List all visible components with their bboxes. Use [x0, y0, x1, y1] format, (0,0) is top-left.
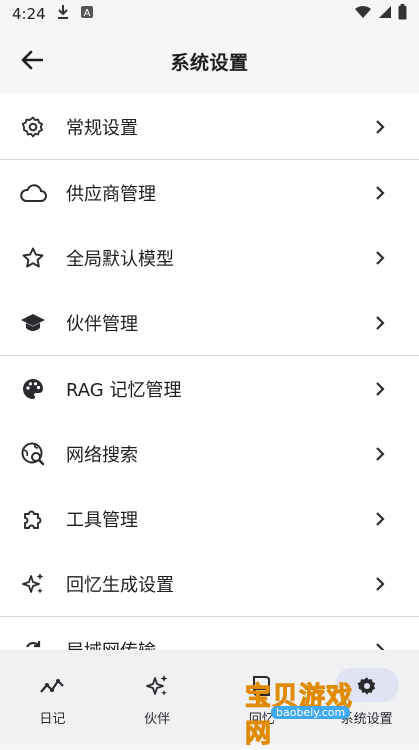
settings-item-label: 网络搜索: [66, 444, 138, 466]
chevron-right-icon: [373, 185, 387, 200]
settings-list: 常规设置 供应商管理 全局默认模型 伙伴管理 RAG 记忆管理 网络搜索 工具管…: [0, 94, 419, 650]
nav-item-diary[interactable]: 日记: [0, 672, 104, 744]
nav-item-partners[interactable]: 伙伴: [105, 672, 209, 744]
status-bar: 4:24 A: [0, 0, 419, 28]
settings-item-rag-memory[interactable]: RAG 记忆管理: [0, 356, 419, 421]
settings-item-label: 伙伴管理: [66, 313, 138, 335]
sync-icon: [19, 636, 47, 651]
battery-icon: [398, 4, 407, 24]
chevron-right-icon: [373, 119, 387, 134]
settings-item-label: 局域网传输: [66, 637, 156, 651]
settings-item-web-search[interactable]: 网络搜索: [0, 421, 419, 486]
chevron-right-icon: [373, 446, 387, 461]
nav-label: 伙伴: [144, 712, 171, 727]
app-bar: 系统设置: [0, 28, 419, 94]
chevron-right-icon: [373, 642, 387, 650]
settings-item-memory-generation[interactable]: 回忆生成设置: [0, 551, 419, 616]
nav-label: 日记: [39, 712, 66, 727]
signal-icon: [378, 5, 392, 23]
gear-icon: [19, 113, 47, 141]
bottom-nav: 日记 伙伴 回忆 系统设置: [0, 650, 419, 744]
trend-icon: [38, 672, 66, 700]
chevron-right-icon: [373, 250, 387, 265]
settings-item-label: RAG 记忆管理: [66, 379, 182, 401]
nav-label: 系统设置: [340, 712, 393, 727]
puzzle-icon: [19, 505, 47, 533]
settings-item-default-model[interactable]: 全局默认模型: [0, 225, 419, 290]
settings-item-providers[interactable]: 供应商管理: [0, 160, 419, 225]
settings-item-label: 工具管理: [66, 509, 138, 531]
status-time: 4:24: [12, 5, 46, 23]
a-box-icon: A: [80, 5, 94, 23]
download-icon: [56, 4, 70, 24]
settings-icon: [353, 672, 381, 700]
wifi-icon: [354, 5, 372, 23]
settings-item-tools[interactable]: 工具管理: [0, 486, 419, 551]
sparkle-icon: [19, 570, 47, 598]
settings-item-partners[interactable]: 伙伴管理: [0, 290, 419, 355]
settings-item-label: 回忆生成设置: [66, 574, 174, 596]
chevron-right-icon: [373, 315, 387, 330]
settings-item-label: 常规设置: [66, 117, 138, 139]
settings-item-label: 供应商管理: [66, 183, 156, 205]
chevron-right-icon: [373, 381, 387, 396]
globe-search-icon: [19, 440, 47, 468]
nav-label: 回忆: [248, 712, 275, 727]
nav-item-system-settings[interactable]: 系统设置: [315, 668, 419, 744]
svg-text:A: A: [83, 8, 90, 19]
settings-item-lan-transfer[interactable]: 局域网传输: [0, 617, 419, 650]
book-icon: [248, 672, 276, 700]
settings-item-label: 全局默认模型: [66, 248, 174, 270]
sparkle-icon: [143, 672, 171, 700]
nav-item-memories[interactable]: 回忆: [210, 672, 314, 744]
back-button[interactable]: [14, 44, 50, 80]
page-title: 系统设置: [170, 51, 249, 74]
settings-item-general[interactable]: 常规设置: [0, 94, 419, 159]
cloud-icon: [19, 179, 47, 207]
chevron-right-icon: [373, 511, 387, 526]
star-icon: [19, 244, 47, 272]
palette-icon: [19, 375, 47, 403]
mortarboard-icon: [19, 309, 47, 337]
chevron-right-icon: [373, 576, 387, 591]
arrow-left-icon: [21, 50, 44, 74]
